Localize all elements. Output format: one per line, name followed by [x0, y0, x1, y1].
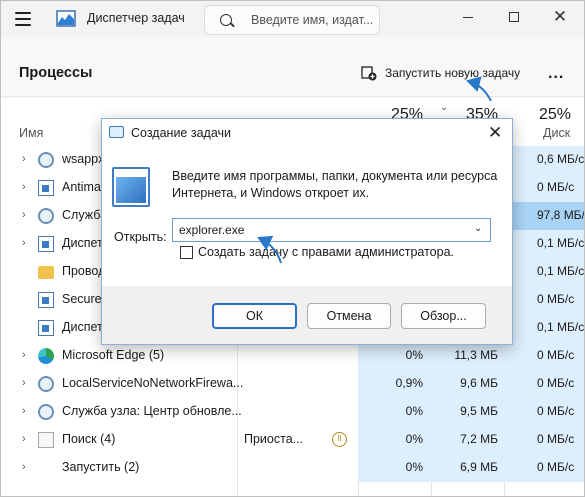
- column-disk[interactable]: Диск: [543, 126, 570, 140]
- run-dialog-icon: [109, 126, 124, 138]
- cpu-cell: 0%: [358, 342, 431, 370]
- dialog-body: Введите имя программы, папки, документа …: [102, 147, 512, 286]
- disk-cell: 0 МБ/с: [504, 398, 584, 426]
- cpu-cell: 0%: [358, 454, 431, 482]
- process-name: LocalServiceNoNetworkFirewa...: [62, 376, 244, 390]
- table-row[interactable]: › Поиск (4) Приоста... II 0% 7,2 МБ 0 МБ/с: [1, 426, 584, 454]
- disk-cell: 0 МБ/с: [504, 454, 584, 482]
- table-row[interactable]: › Запустить (2) 0% 6,9 МБ 0 МБ/с: [1, 454, 584, 482]
- search-placeholder[interactable]: Введите имя, издат...: [251, 13, 373, 27]
- memory-cell: 6,9 МБ: [431, 454, 504, 482]
- run-new-task-button[interactable]: Запустить новую задачу: [361, 65, 520, 81]
- cpu-cell: 0,9%: [358, 370, 431, 398]
- page-header: Процессы Запустить новую задачу ...: [1, 37, 584, 97]
- process-name: Antima: [62, 180, 101, 194]
- disk-percent[interactable]: 25%: [539, 106, 571, 124]
- table-row[interactable]: › Служба узла: Центр обновле... 0% 9,5 МБ 0 …: [1, 398, 584, 426]
- process-name: Провод: [62, 264, 106, 278]
- chevron-down-icon[interactable]: ⌄: [474, 223, 482, 234]
- process-name: Поиск (4): [62, 432, 116, 446]
- table-row[interactable]: › LocalServiceNoNetworkFirewa... 0,9% 9,6 М…: [1, 370, 584, 398]
- memory-cell: 11,3 МБ: [431, 342, 504, 370]
- search-box[interactable]: Введите имя, издат...: [204, 5, 380, 35]
- new-task-icon: [361, 66, 377, 81]
- memory-cell: 9,6 МБ: [431, 370, 504, 398]
- disk-cell: 0 МБ/с: [504, 174, 584, 202]
- process-name: Microsoft Edge (5): [62, 348, 165, 362]
- search-icon: [220, 14, 232, 26]
- memory-cell: 9,5 МБ: [431, 398, 504, 426]
- disk-cell: 0,1 МБ/с: [504, 314, 584, 342]
- chevron-right-icon[interactable]: ›: [22, 153, 26, 165]
- browse-button[interactable]: Обзор...: [401, 303, 486, 329]
- task-manager-window: Диспетчер задач Введите имя, издат... ✕ …: [0, 0, 585, 497]
- close-icon[interactable]: ✕: [488, 123, 502, 143]
- gear-icon: [38, 152, 54, 168]
- open-input[interactable]: explorer.exe: [172, 218, 491, 242]
- disk-cell: 0,1 МБ/с: [504, 258, 584, 286]
- disk-cell: 0,1 МБ/с: [504, 230, 584, 258]
- admin-checkbox[interactable]: [180, 246, 193, 259]
- table-row[interactable]: › Microsoft Edge (5) 0% 11,3 МБ 0 МБ/с: [1, 342, 584, 370]
- task-manager-icon: [56, 10, 76, 27]
- disk-cell: 0,6 МБ/с: [504, 146, 584, 174]
- maximize-button[interactable]: [491, 1, 537, 33]
- ok-button[interactable]: ОК: [212, 303, 297, 329]
- more-options-button[interactable]: ...: [548, 65, 564, 83]
- process-name: Диспет: [62, 236, 103, 250]
- app-window-icon: [38, 292, 54, 308]
- memory-cell: 7,2 МБ: [431, 426, 504, 454]
- disk-cell: 0 МБ/с: [504, 370, 584, 398]
- gear-icon: [38, 376, 54, 392]
- pause-icon: II: [332, 432, 347, 447]
- cancel-button[interactable]: Отмена: [307, 303, 391, 329]
- app-window-icon: [38, 320, 54, 336]
- search-app-icon: [38, 432, 54, 448]
- chevron-right-icon[interactable]: ›: [22, 349, 26, 361]
- task-manager-icon: [38, 236, 54, 252]
- dialog-message: Введите имя программы, папки, документа …: [172, 169, 498, 200]
- chevron-right-icon[interactable]: ›: [22, 405, 26, 417]
- process-status: Приоста...: [244, 432, 304, 446]
- minimize-button[interactable]: [445, 1, 491, 33]
- column-name[interactable]: Имя: [19, 126, 43, 140]
- disk-cell: 0 МБ/с: [504, 342, 584, 370]
- gear-icon: [38, 208, 54, 224]
- run-program-icon: [112, 167, 150, 207]
- process-name: Запустить (2): [62, 460, 140, 474]
- app-window-icon: [38, 180, 54, 196]
- cpu-cell: 0%: [358, 398, 431, 426]
- run-new-task-label: Запустить новую задачу: [385, 66, 521, 80]
- chevron-right-icon[interactable]: ›: [22, 209, 26, 221]
- edge-icon: [38, 348, 54, 364]
- chevron-right-icon[interactable]: ›: [22, 181, 26, 193]
- chevron-right-icon[interactable]: ›: [22, 461, 26, 473]
- chevron-right-icon[interactable]: ›: [22, 377, 26, 389]
- chevron-right-icon[interactable]: ›: [22, 433, 26, 445]
- chevron-right-icon[interactable]: ›: [22, 237, 26, 249]
- app-title: Диспетчер задач: [87, 11, 185, 25]
- disk-cell: 97,8 МБ/с: [504, 202, 584, 230]
- process-name: Служба узла: Центр обновле...: [62, 404, 242, 418]
- dialog-title-bar: Создание задачи ✕: [102, 119, 512, 147]
- dialog-title: Создание задачи: [131, 126, 231, 140]
- process-name: wsappx: [62, 152, 105, 166]
- cpu-cell: 0%: [358, 426, 431, 454]
- hamburger-menu-icon[interactable]: [15, 12, 31, 26]
- create-task-dialog: Создание задачи ✕ Введите имя программы,…: [101, 118, 513, 345]
- folder-icon: [38, 266, 54, 279]
- close-icon[interactable]: ✕: [537, 1, 583, 33]
- disk-cell: 0 МБ/с: [504, 426, 584, 454]
- sort-chevron-icon: ⌄: [440, 102, 449, 113]
- page-title: Процессы: [19, 65, 93, 81]
- gear-icon: [38, 404, 54, 420]
- title-bar: Диспетчер задач Введите имя, издат... ✕: [1, 1, 584, 37]
- open-label: Открыть:: [114, 230, 167, 244]
- process-name: Secure: [62, 292, 102, 306]
- admin-checkbox-label[interactable]: Создать задачу с правами администратора.: [198, 245, 454, 259]
- process-name: Диспет: [62, 320, 103, 334]
- disk-cell: 0 МБ/с: [504, 286, 584, 314]
